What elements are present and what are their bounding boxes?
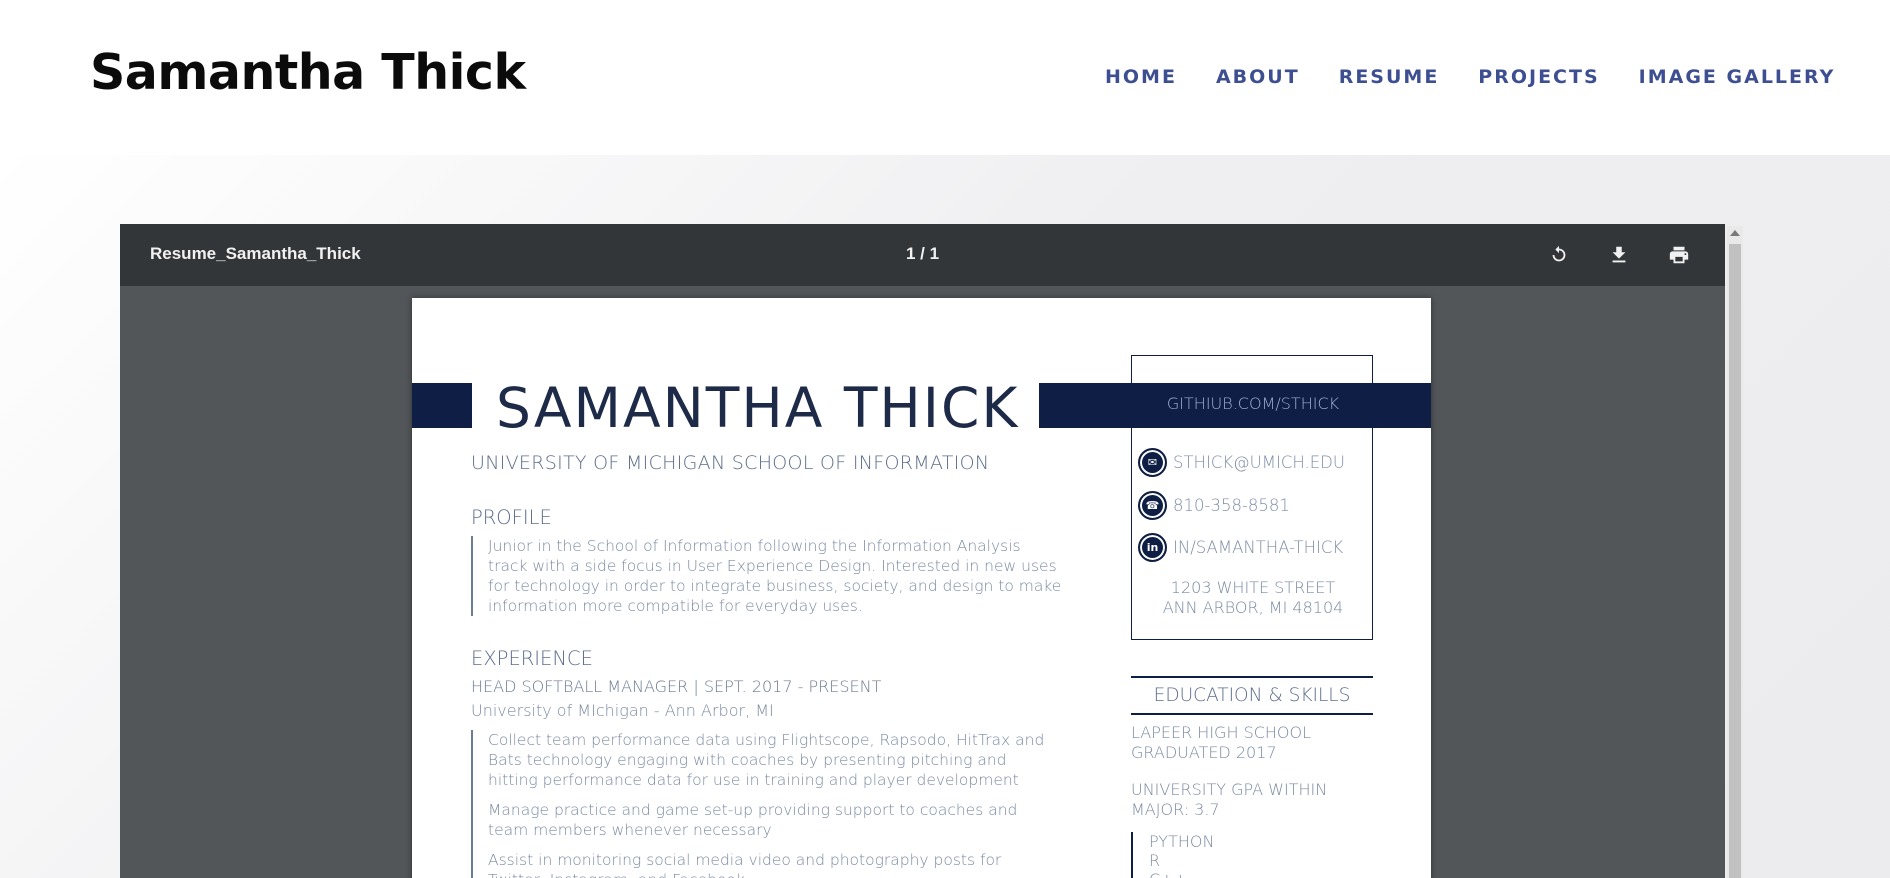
education-heading: EDUCATION & SKILLS <box>1153 685 1351 706</box>
gpa-line: UNIVERSITY GPA WITHIN <box>1131 780 1328 799</box>
high-school-name: LAPEER HIGH SCHOOL <box>1131 723 1312 742</box>
nav-projects[interactable]: PROJECTS <box>1478 66 1599 88</box>
address: 1203 WHITE STREET ANN ARBOR, MI 48104 <box>1132 578 1374 618</box>
bullet-line: Bats technology engaging with coaches by… <box>488 751 1007 769</box>
experience-bullet: Assist in monitoring social media video … <box>488 850 1044 878</box>
bullet-line: Twitter, Instagram, and Facebook <box>488 870 1044 878</box>
site-title[interactable]: Samantha Thick <box>90 44 526 101</box>
scroll-up-arrow-icon[interactable] <box>1730 230 1740 236</box>
viewer-scrollbar[interactable] <box>1727 226 1743 878</box>
profile-line: information more compatible for everyday… <box>488 597 863 615</box>
bullet-line: Assist in monitoring social media video … <box>488 851 1002 869</box>
experience-bullets: Collect team performance data using Flig… <box>471 730 1044 878</box>
resume-name: SAMANTHA THICK <box>496 376 1020 440</box>
contact-email: ✉ STHICK@UMICH.EDU <box>1138 448 1345 477</box>
bullet-line: Collect team performance data using Flig… <box>488 731 1045 749</box>
rotate-button[interactable] <box>1544 240 1574 270</box>
job-organization: University of MIchigan - Ann Arbor, MI <box>471 701 774 720</box>
download-button[interactable] <box>1604 240 1634 270</box>
print-icon <box>1669 246 1689 264</box>
education-rule-bottom <box>1131 713 1373 715</box>
site-header: Samantha Thick HOME ABOUT RESUME PROJECT… <box>0 0 1890 155</box>
profile-line: track with a side focus in User Experien… <box>488 557 1057 575</box>
phone-text: 810-358-8581 <box>1173 496 1290 515</box>
phone-icon: ☎ <box>1138 491 1167 520</box>
resume-school: UNIVERSITY OF MICHIGAN SCHOOL OF INFORMA… <box>471 452 990 474</box>
download-icon <box>1612 246 1626 263</box>
nav-about[interactable]: ABOUT <box>1216 66 1300 88</box>
main-nav: HOME ABOUT RESUME PROJECTS IMAGE GALLERY <box>1105 66 1835 88</box>
print-button[interactable] <box>1664 240 1694 270</box>
scroll-thumb[interactable] <box>1729 244 1741 878</box>
bullet-line: Manage practice and game set-up providin… <box>488 801 1018 819</box>
contact-linkedin: in IN/SAMANTHA-THICK <box>1138 533 1343 562</box>
profile-line: for technology in order to integrate bus… <box>488 577 1062 595</box>
skill-item: C++ <box>1149 870 1214 878</box>
email-icon: ✉ <box>1138 448 1167 477</box>
resume-page: SAMANTHA THICK UNIVERSITY OF MICHIGAN SC… <box>412 298 1431 878</box>
high-school-graduation: GRADUATED 2017 <box>1131 743 1277 762</box>
contact-phone: ☎ 810-358-8581 <box>1138 491 1290 520</box>
gpa: UNIVERSITY GPA WITHIN MAJOR: 3.7 <box>1131 780 1381 820</box>
skill-item: PYTHON <box>1149 832 1215 851</box>
header-bar-left <box>412 383 472 428</box>
job-title: HEAD SOFTBALL MANAGER | SEPT. 2017 - PRE… <box>471 677 882 696</box>
education-rule-top <box>1131 676 1373 678</box>
experience-bullet: Collect team performance data using Flig… <box>488 730 1044 790</box>
address-line-2: ANN ARBOR, MI 48104 <box>1162 598 1344 617</box>
rotate-icon <box>1552 245 1566 262</box>
nav-resume[interactable]: RESUME <box>1339 66 1440 88</box>
nav-home[interactable]: HOME <box>1105 66 1177 88</box>
address-line-1: 1203 WHITE STREET <box>1170 578 1336 597</box>
document-name: Resume_Samantha_Thick <box>150 244 361 263</box>
github-link[interactable]: GITHIUB.COM/STHICK <box>1132 394 1374 413</box>
contact-box: GITHIUB.COM/STHICK ✉ STHICK@UMICH.EDU ☎ … <box>1131 355 1373 640</box>
pdf-viewer: Resume_Samantha_Thick 1 / 1 SAMANTHA THI… <box>120 224 1725 878</box>
profile-line: Junior in the School of Information foll… <box>488 537 1021 555</box>
profile-text: Junior in the School of Information foll… <box>471 536 1061 616</box>
pdf-toolbar: Resume_Samantha_Thick 1 / 1 <box>120 224 1725 286</box>
profile-heading: PROFILE <box>471 506 552 529</box>
experience-heading: EXPERIENCE <box>471 647 593 670</box>
page-indicator: 1 / 1 <box>906 244 940 263</box>
nav-image-gallery[interactable]: IMAGE GALLERY <box>1639 66 1836 88</box>
bullet-line: team members whenever necessary <box>488 821 772 839</box>
bullet-line: hitting performance data for use in trai… <box>488 771 1019 789</box>
skill-item: R <box>1149 851 1161 870</box>
linkedin-icon: in <box>1138 533 1167 562</box>
skills-list: PYTHON R C++ <box>1131 832 1214 878</box>
gpa-line: MAJOR: 3.7 <box>1131 800 1220 819</box>
high-school: LAPEER HIGH SCHOOL GRADUATED 2017 <box>1131 723 1381 763</box>
linkedin-text: IN/SAMANTHA-THICK <box>1173 538 1344 557</box>
experience-bullet: Manage practice and game set-up providin… <box>488 800 1044 840</box>
email-text: STHICK@UMICH.EDU <box>1173 453 1345 472</box>
